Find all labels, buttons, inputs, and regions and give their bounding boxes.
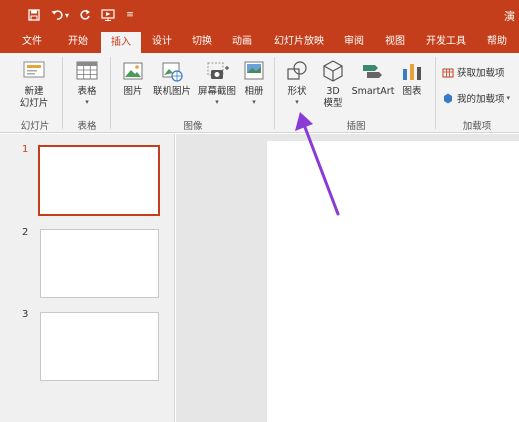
screenshot-label: 屏幕截图 <box>197 86 236 97</box>
picture-label: 图片 <box>123 86 143 97</box>
tab-insert[interactable]: 插入 <box>101 32 141 53</box>
chart-icon <box>403 64 421 80</box>
table-icon <box>76 61 98 80</box>
smartart-button[interactable]: SmartArt <box>350 59 396 98</box>
online-picture-label: 联机图片 <box>152 86 191 97</box>
ribbon-separator <box>62 57 63 129</box>
tab-slideshow[interactable]: 幻灯片放映 <box>268 31 330 53</box>
tab-design[interactable]: 设计 <box>142 31 182 53</box>
new-slide-button[interactable]: 新建 幻灯片 <box>14 59 54 110</box>
group-label-addins: 加载项 <box>462 121 492 132</box>
chart-button[interactable]: 图表 <box>398 59 426 98</box>
photo-album-button[interactable]: 相册 ▾ <box>240 59 268 106</box>
tab-help[interactable]: 帮助 <box>479 31 515 53</box>
smartart-label: SmartArt <box>351 86 395 97</box>
ribbon-separator <box>435 57 436 129</box>
slide-number: 1 <box>22 144 29 155</box>
undo-dropdown-icon[interactable]: ▾ <box>63 8 71 22</box>
tab-file[interactable]: 文件 <box>13 31 51 53</box>
table-button[interactable]: 表格 ▾ <box>70 59 104 106</box>
tab-review[interactable]: 审阅 <box>336 31 372 53</box>
screenshot-dropdown-icon: ▾ <box>215 98 219 106</box>
group-label-tables: 表格 <box>77 121 97 132</box>
photo-album-icon <box>244 61 264 80</box>
table-label: 表格 <box>77 86 97 97</box>
online-picture-button[interactable]: 联机图片 <box>149 59 195 98</box>
screenshot-icon <box>207 62 229 79</box>
ribbon-tabs: 文件 开始 插入 设计 切换 动画 幻灯片放映 审阅 视图 开发工具 帮助 <box>0 31 519 53</box>
group-label-slides: 幻灯片 <box>20 121 50 132</box>
shapes-dropdown-icon: ▾ <box>295 98 299 106</box>
my-addins-dropdown-icon: ▾ <box>506 94 511 102</box>
get-addins-label: 获取加载项 <box>457 68 505 79</box>
group-label-images: 图像 <box>183 121 203 132</box>
slide-thumbnail-3[interactable] <box>40 312 159 381</box>
start-from-beginning-icon[interactable] <box>101 8 115 22</box>
shapes-icon <box>287 61 307 80</box>
slide-thumbnail-2[interactable] <box>40 229 159 298</box>
screenshot-button[interactable]: 屏幕截图 ▾ <box>195 59 239 106</box>
picture-button[interactable]: 图片 <box>118 59 148 98</box>
shapes-button[interactable]: 形状 ▾ <box>282 59 312 106</box>
slide-thumbnail-1[interactable] <box>38 145 160 216</box>
new-slide-label-1: 新建 <box>24 86 44 97</box>
slide-thumbnail-pane: 1 2 3 <box>0 134 175 422</box>
chart-label: 图表 <box>402 86 422 97</box>
slide-number: 3 <box>22 309 29 320</box>
photo-album-label: 相册 <box>244 86 264 97</box>
window-title: 演 <box>504 10 515 23</box>
new-slide-label-2: 幻灯片 <box>19 98 49 109</box>
my-addins-icon <box>444 93 452 104</box>
slide-canvas[interactable] <box>267 141 519 422</box>
3d-model-button[interactable]: 3D 模型 <box>318 59 348 110</box>
table-dropdown-icon: ▾ <box>85 98 89 106</box>
tab-animations[interactable]: 动画 <box>222 31 262 53</box>
store-icon <box>442 68 454 78</box>
tab-view[interactable]: 视图 <box>377 31 413 53</box>
tab-developer[interactable]: 开发工具 <box>418 31 474 53</box>
3d-model-label-1: 3D <box>326 86 340 97</box>
group-label-illustrations: 插图 <box>346 121 366 132</box>
get-addins-button[interactable]: 获取加载项 <box>442 65 505 79</box>
ribbon-separator <box>110 57 111 129</box>
tab-transitions[interactable]: 切换 <box>182 31 222 53</box>
my-addins-label: 我的加载项 <box>457 94 505 105</box>
ribbon-separator <box>274 57 275 129</box>
shapes-label: 形状 <box>287 86 307 97</box>
smartart-icon <box>363 65 382 78</box>
ribbon: 新建 幻灯片 幻灯片 表格 ▾ 表格 图片 联机图片 屏幕截图 ▾ 相册 ▾ 图… <box>0 53 519 133</box>
title-bar: ▾ ≡ 演 <box>0 0 519 31</box>
tab-home[interactable]: 开始 <box>58 31 98 53</box>
online-picture-icon <box>162 62 183 82</box>
customize-quick-access-icon[interactable]: ≡ <box>123 8 137 22</box>
photo-album-dropdown-icon: ▾ <box>252 98 256 106</box>
slide-editing-area <box>176 134 519 422</box>
3d-model-label-2: 模型 <box>323 98 343 109</box>
new-slide-icon <box>23 61 45 78</box>
picture-icon <box>123 62 143 80</box>
save-icon[interactable] <box>27 8 41 22</box>
my-addins-button[interactable]: 我的加载项 ▾ <box>442 91 510 105</box>
3d-model-icon <box>323 60 343 82</box>
undo-icon[interactable] <box>50 8 64 22</box>
redo-icon[interactable] <box>78 8 92 22</box>
slide-number: 2 <box>22 227 29 238</box>
